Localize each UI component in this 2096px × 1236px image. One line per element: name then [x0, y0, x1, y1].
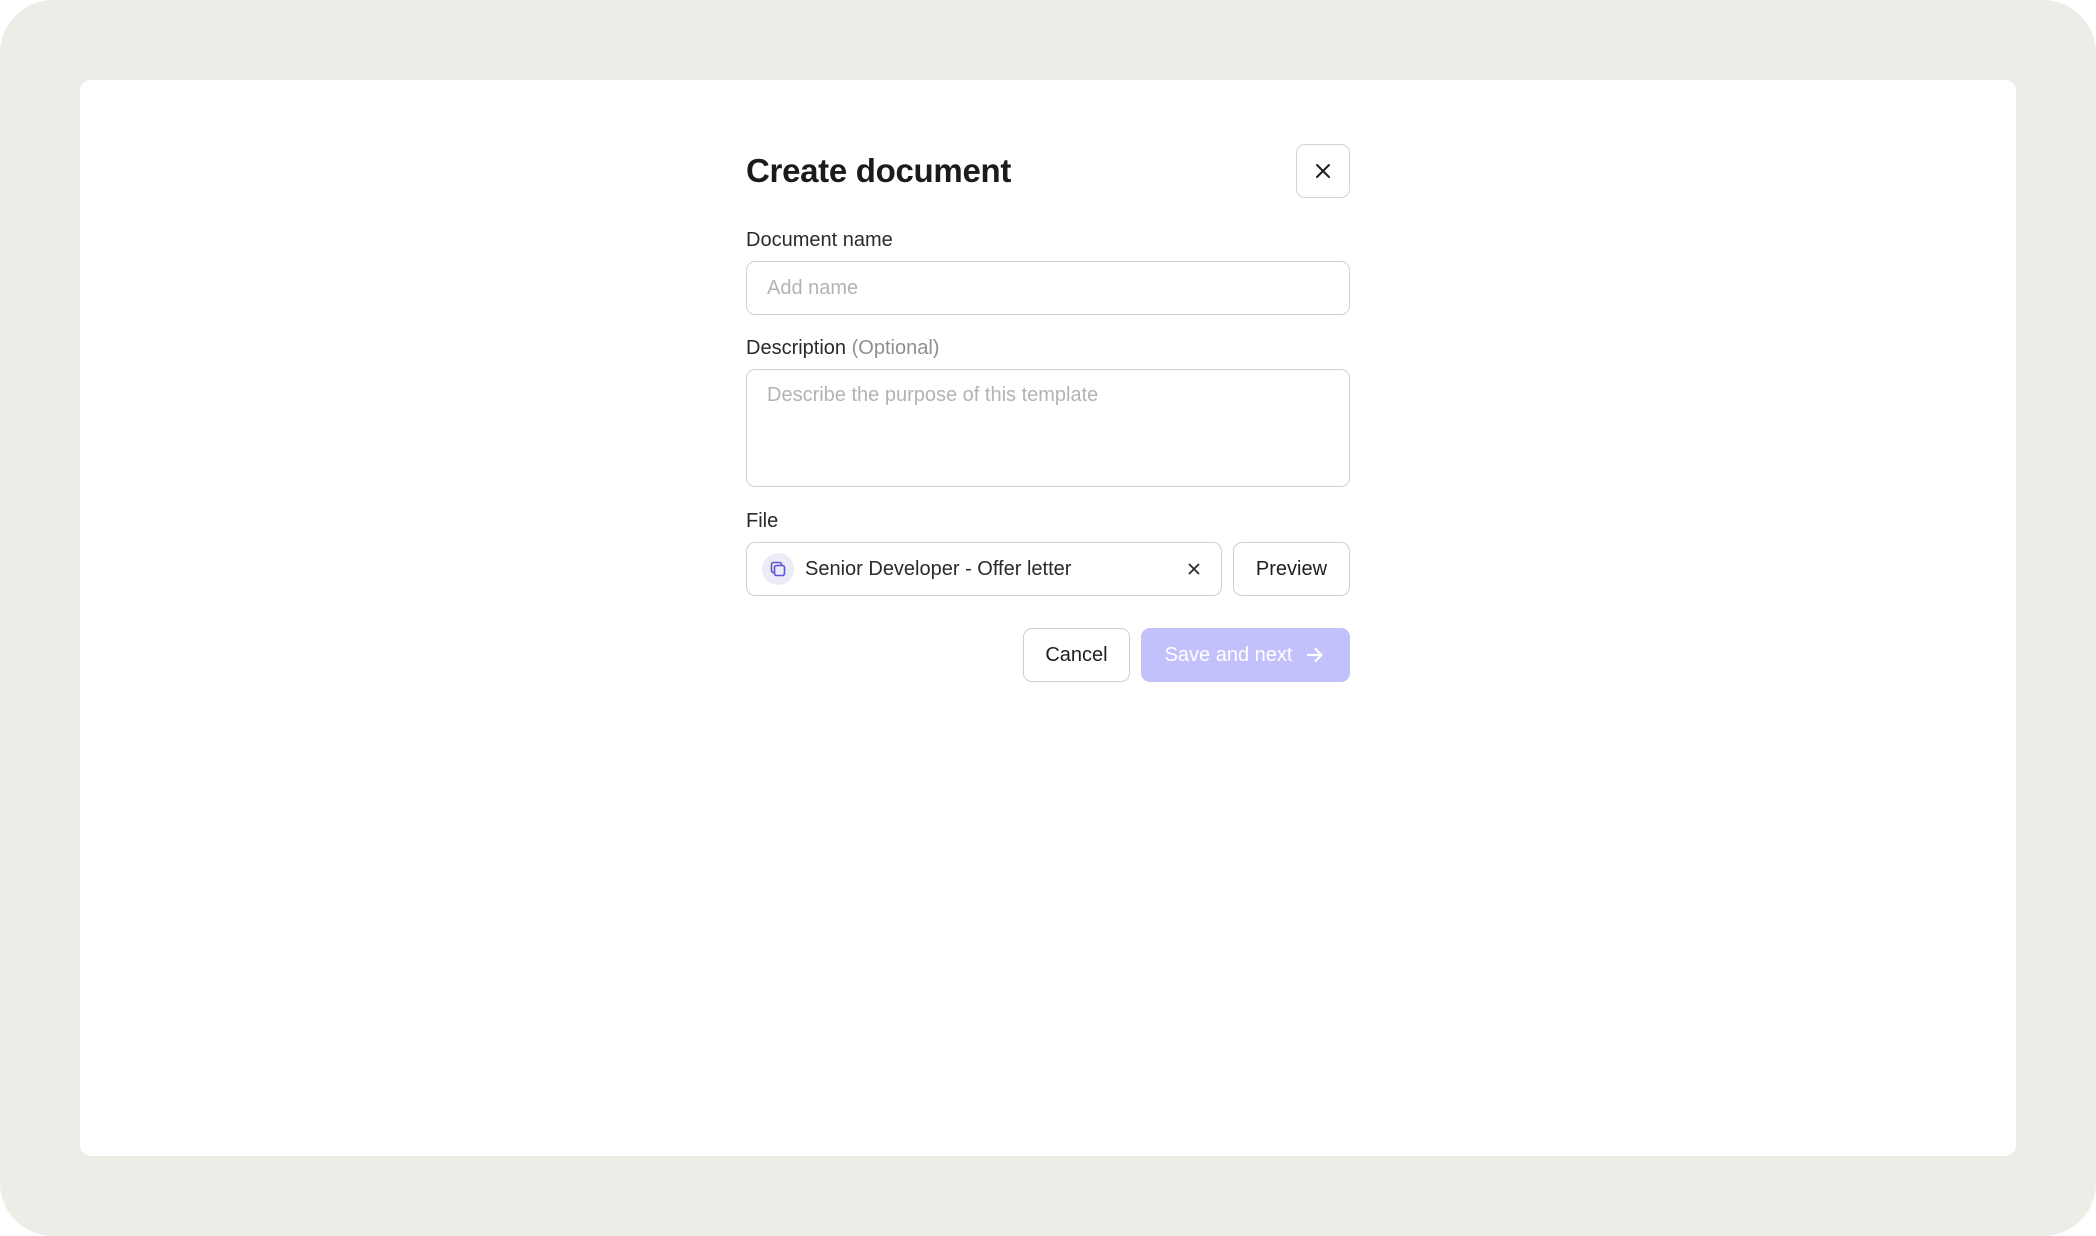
document-name-label: Document name: [746, 229, 893, 251]
file-icon-badge: [762, 553, 794, 585]
preview-button[interactable]: Preview: [1233, 542, 1350, 596]
close-icon: [1188, 563, 1200, 575]
dialog-actions: Cancel Save and next: [746, 628, 1350, 682]
create-document-dialog: Create document Document name Descriptio…: [746, 144, 1350, 682]
remove-file-button[interactable]: [1181, 556, 1207, 582]
document-name-field: Document name: [746, 228, 1350, 315]
description-label-row: Description (Optional): [746, 336, 1350, 360]
document-copy-icon: [770, 561, 786, 577]
file-label: File: [746, 510, 779, 532]
close-dialog-button[interactable]: [1296, 144, 1350, 198]
document-name-input[interactable]: [746, 261, 1350, 315]
selected-file[interactable]: Senior Developer - Offer letter: [746, 542, 1222, 596]
description-field: Description (Optional): [746, 336, 1350, 487]
file-row: Senior Developer - Offer letter Preview: [746, 542, 1350, 596]
description-label: Description: [746, 337, 847, 359]
dialog-title: Create document: [746, 152, 1012, 189]
save-and-next-label: Save and next: [1164, 643, 1293, 666]
dialog-header: Create document: [746, 144, 1350, 198]
close-icon: [1316, 164, 1330, 178]
arrow-right-icon: [1307, 647, 1324, 663]
cancel-button[interactable]: Cancel: [1023, 628, 1130, 682]
file-field: File Senior Developer - Offer letter Pre…: [746, 509, 1350, 596]
save-and-next-button[interactable]: Save and next: [1141, 628, 1350, 682]
optional-tag: (Optional): [851, 337, 940, 359]
description-textarea[interactable]: [746, 369, 1350, 487]
file-name: Senior Developer - Offer letter: [805, 557, 1072, 580]
